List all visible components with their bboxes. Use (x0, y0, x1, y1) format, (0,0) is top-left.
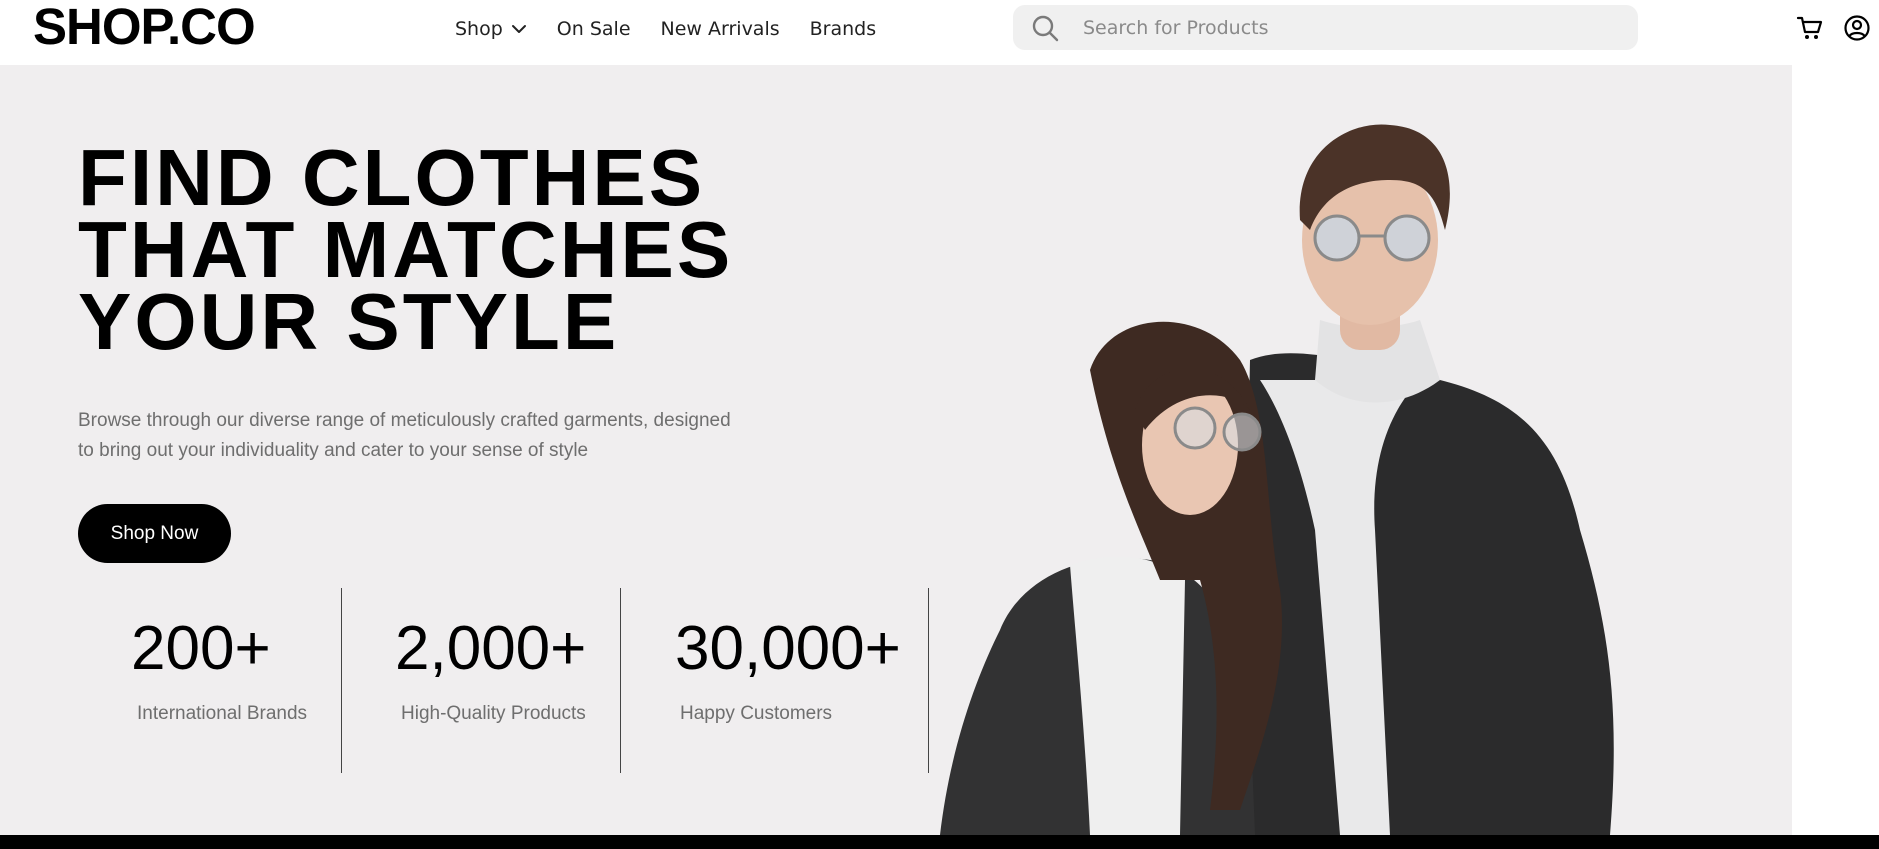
site-header: SHOP.CO Shop On Sale New Arrivals Brands (0, 0, 1879, 65)
hero-section: FIND CLOTHES THAT MATCHES YOUR STYLE Bro… (0, 65, 1792, 835)
chevron-down-icon (511, 24, 527, 34)
stat-value: 200+ (131, 614, 271, 683)
stat-divider (341, 588, 342, 773)
hero-description-line: to bring out your individuality and cate… (78, 440, 589, 461)
stat-value: 2,000+ (395, 614, 587, 683)
nav-item-label: On Sale (556, 18, 631, 40)
nav-item-brands[interactable]: Brands (810, 16, 877, 42)
hero-models-image (940, 124, 1614, 835)
hero-title: FIND CLOTHES THAT MATCHES YOUR STYLE (78, 133, 798, 366)
hero-title-line: THAT MATCHES (78, 205, 734, 294)
hero-title-line: YOUR STYLE (78, 277, 620, 366)
search-icon[interactable] (1030, 13, 1060, 43)
nav-item-new-arrivals[interactable]: New Arrivals (661, 16, 780, 42)
shop-now-button[interactable]: Shop Now (78, 504, 231, 563)
footer-edge (0, 835, 1879, 849)
stat-divider (620, 588, 621, 773)
hero-description-line: Browse through our diverse range of meti… (78, 410, 731, 431)
search-input[interactable] (1083, 16, 1603, 39)
search-bar[interactable] (1013, 5, 1638, 50)
hero-description: Browse through our diverse range of meti… (78, 406, 798, 466)
nav-item-label: Brands (809, 18, 877, 40)
hero-title-line: FIND CLOTHES (78, 133, 706, 222)
nav-item-label: Shop (455, 18, 503, 40)
stat-value: 30,000+ (675, 614, 901, 683)
user-circle-icon[interactable] (1843, 14, 1871, 42)
right-margin (1792, 65, 1879, 835)
main-nav: Shop On Sale New Arrivals Brands (455, 16, 906, 42)
stat-label: High-Quality Products (401, 703, 586, 724)
stat-label: International Brands (137, 703, 308, 724)
site-logo[interactable]: SHOP.CO (33, 0, 256, 54)
nav-item-shop[interactable]: Shop (455, 16, 527, 42)
nav-item-label: New Arrivals (660, 18, 780, 40)
nav-item-on-sale[interactable]: On Sale (557, 16, 631, 42)
cart-icon[interactable] (1796, 14, 1824, 42)
stat-label: Happy Customers (680, 703, 833, 724)
